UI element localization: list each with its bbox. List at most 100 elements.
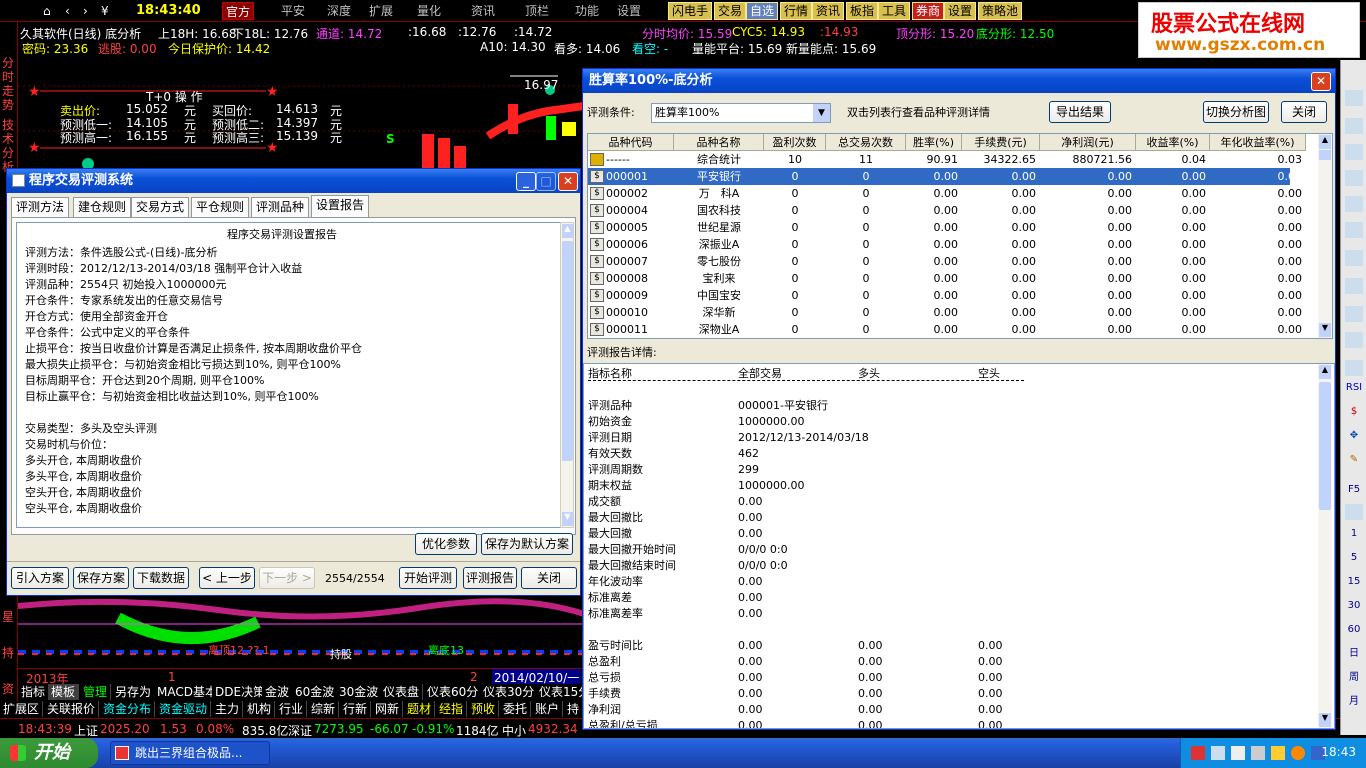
scroll-up-icon[interactable]: ▲ — [1319, 135, 1331, 149]
column-header[interactable]: 盈利次数 — [764, 134, 826, 151]
export-button[interactable]: 导出结果 — [1049, 101, 1111, 123]
tab-account[interactable]: 账户 — [532, 701, 564, 717]
optimize-button[interactable]: 优化参数 — [415, 533, 477, 555]
list-icon[interactable] — [1345, 250, 1363, 266]
start-button[interactable]: 开始 — [0, 738, 98, 768]
close-icon[interactable]: ✕ — [1311, 72, 1331, 91]
table-row[interactable]: $000005 世纪星源 0 0 0.00 0.00 0.00 0.00 0.00 — [588, 219, 1302, 236]
volume-icon[interactable] — [1231, 746, 1245, 760]
scroll-down-icon[interactable]: ▼ — [1319, 323, 1331, 337]
btn-info[interactable]: 资讯 — [812, 2, 845, 20]
tab-save-as[interactable]: 另存为 — [112, 684, 156, 700]
menu-pingan[interactable]: 平安 — [278, 2, 308, 20]
strip-intraday[interactable]: 分时走势 — [2, 56, 16, 112]
column-header[interactable]: 胜率(%) — [906, 134, 962, 151]
tab-dashboard15[interactable]: 仪表15分 — [536, 684, 584, 700]
table-row[interactable]: $000002 万 科A 0 0 0.00 0.00 0.00 0.00 0.00 — [588, 185, 1302, 202]
formula-icon[interactable] — [1345, 278, 1363, 294]
download-button[interactable]: 下载数据 — [133, 567, 189, 589]
tab-manage[interactable]: 管理 — [80, 684, 112, 700]
scroll-down-icon[interactable]: ▼ — [562, 512, 573, 526]
tab-close-rule[interactable]: 平仓规则 — [191, 197, 250, 217]
btn-flash[interactable]: 闪电手 — [668, 2, 713, 20]
table-row[interactable]: $000011 深物业A 0 0 0.00 0.00 0.00 0.00 0.00 — [588, 321, 1302, 338]
eval-titlebar[interactable]: 程序交易评测系统 _ □ ✕ — [7, 169, 580, 193]
tray-icon-1[interactable] — [1191, 746, 1205, 760]
tab-compnews[interactable]: 综新 — [308, 701, 340, 717]
search-icon[interactable] — [1345, 306, 1363, 322]
tab-setup-report[interactable]: 设置报告 — [311, 195, 370, 218]
period-30[interactable]: 30 — [1345, 598, 1363, 614]
period-1[interactable]: 1 — [1345, 526, 1363, 542]
report-textbox[interactable]: 程序交易评测设置报告 评测方法：条件选股公式-(日线)-底分析 评测时段：2012… — [16, 222, 561, 528]
tab-fund-drive[interactable]: 资金驱动 — [156, 701, 212, 717]
tab-econ[interactable]: 经指 — [436, 701, 468, 717]
bar-icon[interactable] — [1345, 118, 1363, 134]
back-icon[interactable]: ‹ — [62, 2, 73, 20]
line-icon[interactable] — [1345, 144, 1363, 160]
column-header[interactable]: 手续费(元) — [962, 134, 1040, 151]
switch-chart-button[interactable]: 切换分析图 — [1203, 101, 1269, 123]
btn-broker[interactable]: 券商 — [912, 2, 945, 20]
analysis-titlebar[interactable]: 胜算率100%-底分析 ✕ — [583, 69, 1335, 93]
column-header[interactable]: 净利润(元) — [1040, 134, 1136, 151]
tab-industrynews[interactable]: 行新 — [340, 701, 372, 717]
tab-build-rule[interactable]: 建仓规则 — [73, 197, 132, 217]
menu-depth[interactable]: 深度 — [324, 2, 354, 20]
indicator-chart[interactable]: 离顶12 ?? 1 持股 离底13 — [18, 596, 584, 668]
prev-button[interactable]: < 上一步 — [199, 567, 255, 589]
import-button[interactable]: 引入方案 — [11, 567, 69, 589]
table-row[interactable]: $000001 平安银行 0 0 0.00 0.00 0.00 0.00 0.00 — [588, 168, 1302, 185]
copy-icon[interactable] — [1345, 504, 1363, 520]
tab-goldwave60[interactable]: 60金波 — [292, 684, 339, 700]
tab-dde[interactable]: DDE决策 — [212, 684, 270, 700]
chevron-down-icon[interactable]: ▼ — [813, 104, 830, 122]
period-15[interactable]: 15 — [1345, 574, 1363, 590]
strip-tech[interactable]: 技术分析 — [2, 118, 16, 174]
candle-icon[interactable] — [1345, 170, 1363, 186]
security-icon[interactable] — [1271, 746, 1285, 760]
tab-main[interactable]: 主力 — [212, 701, 244, 717]
table-row[interactable]: ------ 综合统计 10 11 90.91 34322.65 880721.56 0.04… — [588, 151, 1302, 168]
btn-index[interactable]: 板指 — [846, 2, 879, 20]
tab-macd[interactable]: MACD基本 — [154, 684, 221, 700]
grid-icon[interactable] — [1345, 196, 1363, 212]
home-icon[interactable]: ⌂ — [40, 2, 54, 20]
menu-quant[interactable]: 量化 — [414, 2, 444, 20]
minimize-icon[interactable]: _ — [516, 172, 536, 191]
tab-webnews[interactable]: 网新 — [372, 701, 404, 717]
menu-news[interactable]: 资讯 — [468, 2, 498, 20]
menu-extend[interactable]: 扩展 — [366, 2, 396, 20]
scroll-up-icon[interactable]: ▲ — [1319, 365, 1331, 379]
save-default-button[interactable]: 保存为默认方案 — [481, 533, 573, 555]
btn-setup[interactable]: 设置 — [944, 2, 977, 20]
column-header[interactable]: 总交易次数 — [826, 134, 906, 151]
period-day[interactable]: 日 — [1345, 646, 1363, 662]
column-header[interactable]: 品种名称 — [674, 134, 764, 151]
table-row[interactable]: $000006 深振业A 0 0 0.00 0.00 0.00 0.00 0.00 — [588, 236, 1302, 253]
pen-icon[interactable]: ✎ — [1345, 452, 1363, 468]
scroll-down-icon[interactable]: ▼ — [1319, 713, 1331, 727]
table-row[interactable]: $000009 中国宝安 0 0 0.00 0.00 0.00 0.00 0.00 — [588, 287, 1302, 304]
tab-eval-method[interactable]: 评测方法 — [11, 197, 70, 217]
column-header[interactable]: 品种代码 — [588, 134, 674, 151]
trend-icon[interactable] — [1345, 360, 1363, 376]
tab-forecast[interactable]: 预收 — [468, 701, 500, 717]
tab-goldwave[interactable]: 金波 — [262, 684, 294, 700]
tab-hold[interactable]: 持 — [564, 701, 584, 717]
report-scrollbar[interactable]: ▲ ▼ — [560, 222, 574, 528]
strip-hold[interactable]: 持 — [2, 646, 16, 660]
rsi-icon[interactable]: RSI — [1345, 380, 1363, 396]
tab-template[interactable]: 模板 — [48, 684, 80, 700]
close-button[interactable]: 关闭 — [1281, 101, 1327, 123]
condition-select[interactable]: 胜算率100% ▼ — [651, 103, 831, 123]
browser-icon[interactable] — [1291, 746, 1305, 760]
column-header[interactable]: 收益率(%) — [1136, 134, 1210, 151]
scroll-thumb[interactable] — [1319, 150, 1331, 160]
tab-dashboard[interactable]: 仪表盘 — [380, 684, 424, 700]
move-icon[interactable]: ✥ — [1345, 428, 1363, 444]
menu-official[interactable]: 官方 — [222, 2, 255, 20]
chart-icon[interactable] — [1345, 90, 1363, 106]
btn-watchlist[interactable]: 自选 — [746, 2, 779, 20]
btn-tools[interactable]: 工具 — [878, 2, 911, 20]
